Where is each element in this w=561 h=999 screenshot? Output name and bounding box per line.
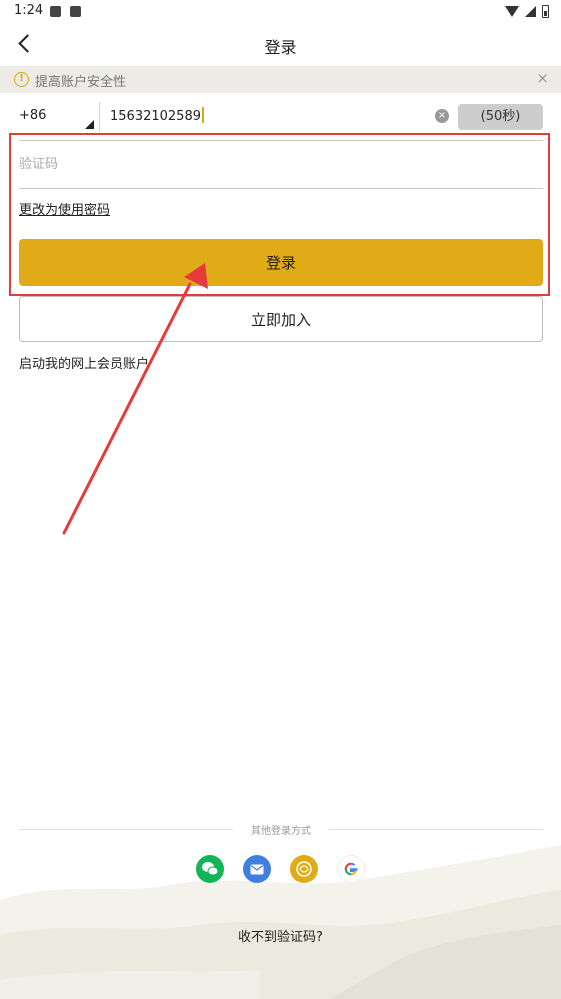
verification-code-input[interactable] <box>19 150 469 178</box>
text-cursor <box>201 107 204 123</box>
divider <box>99 102 100 132</box>
image-icon <box>50 6 61 17</box>
battery-icon <box>542 4 549 18</box>
nav-bar: 登录 <box>0 24 561 66</box>
security-notice: ! 提高账户安全性 × <box>0 66 561 93</box>
close-icon[interactable]: × <box>536 69 549 87</box>
page-title: 登录 <box>264 38 297 57</box>
status-time: 1:24 <box>14 3 44 18</box>
signal-icon <box>525 5 536 17</box>
landscape-background <box>0 845 561 999</box>
member-login-button[interactable] <box>290 855 318 883</box>
join-button[interactable]: 立即加入 <box>19 296 543 342</box>
other-login-label: 其他登录方式 <box>19 822 543 837</box>
a-icon <box>70 6 81 17</box>
activate-account-link[interactable]: 启动我的网上会员账户 <box>19 353 149 372</box>
country-code-selector[interactable]: +86 <box>19 108 46 123</box>
divider <box>19 140 543 141</box>
notice-text: 提高账户安全性 <box>35 75 127 90</box>
use-password-link[interactable]: 更改为使用密码 <box>19 199 110 218</box>
wechat-login-button[interactable] <box>196 855 224 883</box>
phone-number-text: 15632102589 <box>110 109 201 124</box>
login-button[interactable]: 登录 <box>19 239 543 286</box>
wifi-icon <box>505 5 519 17</box>
mail-login-button[interactable] <box>243 855 271 883</box>
google-icon <box>344 862 358 876</box>
google-login-button[interactable] <box>337 855 365 883</box>
phone-row: +86 15632102589 × (50秒) <box>0 100 561 134</box>
phone-input[interactable]: 15632102589 <box>110 107 204 124</box>
info-icon: ! <box>14 72 29 87</box>
member-icon <box>296 861 312 877</box>
clear-icon[interactable]: × <box>435 109 449 123</box>
divider <box>19 188 543 189</box>
dropdown-triangle-icon <box>85 120 94 129</box>
wechat-icon <box>202 862 219 876</box>
no-code-link[interactable]: 收不到验证码? <box>0 926 561 945</box>
divider <box>329 829 543 830</box>
mail-icon <box>250 864 264 874</box>
status-bar: 1:24 <box>0 0 561 24</box>
resend-countdown-button[interactable]: (50秒) <box>458 104 543 130</box>
